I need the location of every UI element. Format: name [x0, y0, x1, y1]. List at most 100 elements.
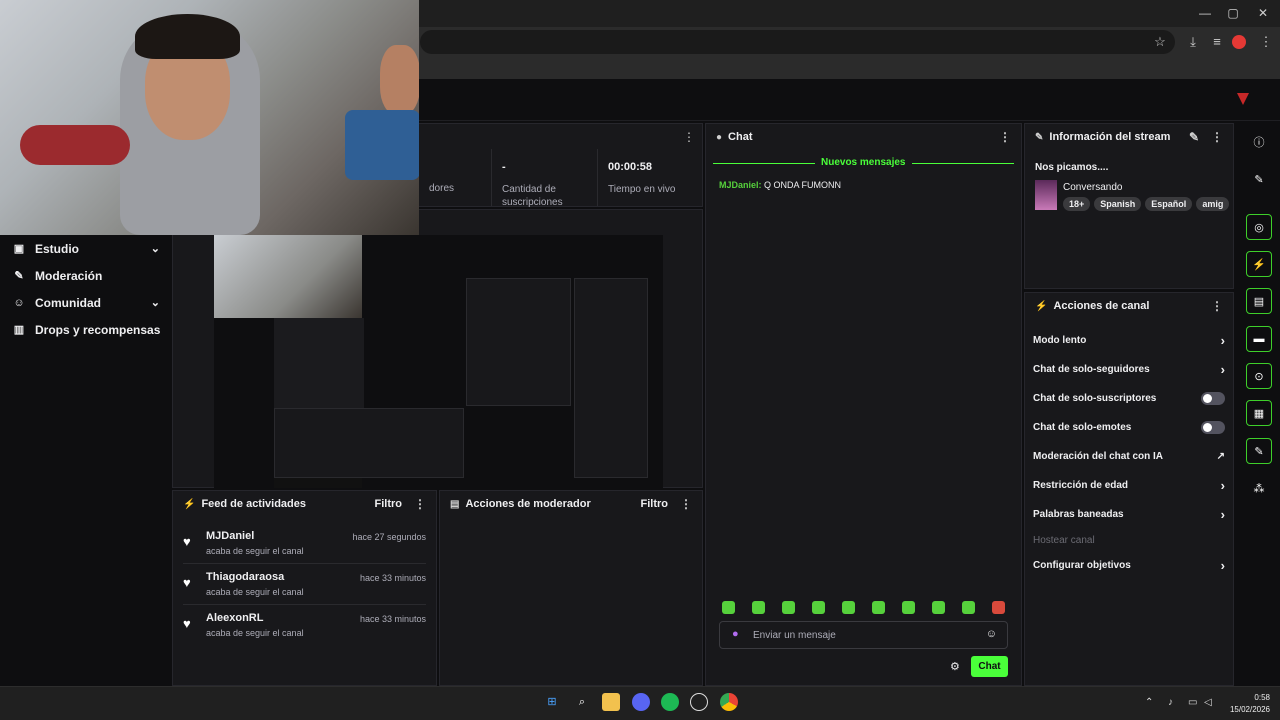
- profile-avatar[interactable]: [1232, 35, 1246, 49]
- tag-chip[interactable]: Spanish: [1094, 197, 1142, 211]
- tag-chip[interactable]: Español: [1145, 197, 1193, 211]
- stream-preview[interactable]: [214, 235, 663, 488]
- video-icon: ▣: [13, 243, 25, 255]
- action-label: Chat de solo-seguidores: [1033, 364, 1150, 375]
- action-ai-moderation[interactable]: Moderación del chat con IA ↗: [1025, 442, 1233, 471]
- download-icon[interactable]: ⤓: [1184, 33, 1202, 51]
- chevron-down-icon: ⌄: [150, 243, 160, 255]
- raid-icon[interactable]: ▦: [1246, 400, 1272, 426]
- feed-username: MJDaniel: [206, 530, 255, 542]
- chat-message[interactable]: MJDaniel: Q ONDA FUMONN: [719, 180, 841, 190]
- new-messages-divider[interactable]: Nuevos mensajes: [713, 157, 1014, 171]
- star-icon[interactable]: ☆: [1151, 33, 1169, 51]
- feed-subtext: acaba de seguir el canal: [206, 546, 304, 556]
- kebab-icon[interactable]: ⋮: [999, 130, 1011, 144]
- kebab-icon[interactable]: ⋮: [1211, 299, 1223, 313]
- media-icon[interactable]: ≡: [1208, 33, 1226, 51]
- stream-category[interactable]: Conversando: [1063, 182, 1122, 193]
- stat-label: Cantidad de suscripciones: [502, 184, 563, 208]
- gift-icon: ▥: [13, 324, 25, 336]
- kebab-icon[interactable]: ⋮: [1257, 33, 1275, 51]
- sidebar-item-comunidad[interactable]: ☺ Comunidad ⌄: [0, 289, 172, 316]
- feed-item[interactable]: ♥ AleexonRL acaba de seguir el canal hac…: [183, 605, 426, 645]
- chat-bubble-icon[interactable]: ▬: [1246, 326, 1272, 352]
- emote-only-toggle[interactable]: [1201, 421, 1225, 434]
- subscribers-only-toggle[interactable]: [1201, 392, 1225, 405]
- chat-input[interactable]: ● Enviar un mensaje ☺: [719, 621, 1008, 649]
- lightning-icon[interactable]: ⚡: [1246, 251, 1272, 277]
- info-icon[interactable]: ⓘ: [1246, 129, 1272, 155]
- tag-chip[interactable]: 18+: [1063, 197, 1091, 211]
- tag-chip[interactable]: amig: [1196, 197, 1229, 211]
- volume-icon[interactable]: ◁: [1204, 697, 1212, 708]
- emote-icon[interactable]: [842, 601, 855, 614]
- wrench-icon[interactable]: ✎: [1246, 438, 1272, 464]
- chrome-icon[interactable]: [720, 693, 738, 711]
- minimize-button[interactable]: —: [1194, 4, 1216, 22]
- action-banned-words[interactable]: Palabras baneadas ›: [1025, 500, 1233, 529]
- file-explorer-icon[interactable]: [602, 693, 620, 711]
- heart-icon: ♥: [183, 534, 191, 549]
- emote-icon[interactable]: [782, 601, 795, 614]
- emote-icon[interactable]: [932, 601, 945, 614]
- sidebar: ▣ Estudio ⌄ ✎ Moderación ☺ Comunidad ⌄ ▥…: [0, 235, 172, 685]
- discord-icon[interactable]: [632, 693, 650, 711]
- category-boxart[interactable]: [1035, 180, 1057, 210]
- stat-value: 00:00:58: [608, 161, 653, 173]
- emote-icon[interactable]: [902, 601, 915, 614]
- emote-icon[interactable]: [752, 601, 765, 614]
- spotify-icon[interactable]: [661, 693, 679, 711]
- kebab-icon[interactable]: ⋮: [683, 130, 695, 144]
- kebab-icon[interactable]: ⋮: [414, 497, 426, 511]
- maximize-button[interactable]: ▢: [1222, 4, 1244, 22]
- sidebar-item-drops[interactable]: ▥ Drops y recompensas: [0, 316, 172, 343]
- obs-icon[interactable]: [690, 693, 708, 711]
- kebab-icon[interactable]: ⋮: [680, 497, 692, 511]
- clip-icon[interactable]: ◎: [1246, 214, 1272, 240]
- wrench-icon: ✎: [1035, 131, 1044, 143]
- heart-icon: ♥: [183, 616, 191, 631]
- webcam-overlay: [0, 0, 419, 235]
- gear-icon[interactable]: ⚙: [950, 660, 960, 673]
- chevron-up-icon[interactable]: ⌃: [1145, 697, 1153, 708]
- address-bar[interactable]: [420, 30, 1175, 54]
- sidebar-item-moderacion[interactable]: ✎ Moderación: [0, 262, 172, 289]
- chat-text: Q ONDA FUMONN: [764, 180, 842, 190]
- kebab-icon[interactable]: ⋮: [1211, 130, 1223, 144]
- broadcast-icon[interactable]: ⊙: [1246, 363, 1272, 389]
- emote-icon[interactable]: [812, 601, 825, 614]
- edit-icon[interactable]: ✎: [1189, 130, 1199, 144]
- document-icon[interactable]: ▤: [1246, 288, 1272, 314]
- emote-icon[interactable]: [722, 601, 735, 614]
- smiley-icon[interactable]: ☺: [986, 628, 997, 640]
- close-window-button[interactable]: ✕: [1252, 4, 1274, 22]
- microphone-icon[interactable]: ♪: [1168, 697, 1173, 708]
- sidebar-item-label: Comunidad: [35, 295, 101, 310]
- windows-start-icon[interactable]: ⊞: [543, 693, 561, 711]
- microphone-icon[interactable]: ●: [732, 628, 739, 640]
- panel-header: ✎ Información del stream ✎ ⋮: [1025, 124, 1233, 150]
- system-clock[interactable]: 0:58 15/02/2026: [1226, 692, 1270, 716]
- action-age-restriction[interactable]: Restricción de edad ›: [1025, 471, 1233, 500]
- sidebar-item-estudio[interactable]: ▣ Estudio ⌄: [0, 235, 172, 262]
- action-followers-only[interactable]: Chat de solo-seguidores ›: [1025, 355, 1233, 384]
- emote-icon[interactable]: [962, 601, 975, 614]
- action-label: Configurar objetivos: [1033, 560, 1131, 571]
- network-icon[interactable]: ▭: [1188, 697, 1197, 708]
- feed-item[interactable]: ♥ Thiagodaraosa acaba de seguir el canal…: [183, 564, 426, 605]
- emote-icon[interactable]: [992, 601, 1005, 614]
- feed-item[interactable]: ♥ MJDaniel acaba de seguir el canal hace…: [183, 523, 426, 564]
- feed-subtext: acaba de seguir el canal: [206, 628, 304, 638]
- emote-icon[interactable]: [872, 601, 885, 614]
- edit-icon[interactable]: ✎: [1246, 166, 1272, 192]
- filter-button[interactable]: Filtro: [641, 498, 669, 510]
- action-goals[interactable]: Configurar objetivos ›: [1025, 551, 1233, 580]
- action-slow-mode[interactable]: Modo lento ›: [1025, 326, 1233, 355]
- panel-header: ● Chat ⋮: [706, 124, 1021, 150]
- filter-button[interactable]: Filtro: [375, 498, 403, 510]
- action-label: Moderación del chat con IA: [1033, 451, 1164, 462]
- extensions-icon[interactable]: ⁂: [1246, 475, 1272, 501]
- chat-send-button[interactable]: Chat: [971, 656, 1008, 677]
- feed-subtext: acaba de seguir el canal: [206, 587, 304, 597]
- search-icon[interactable]: ⌕: [573, 693, 591, 711]
